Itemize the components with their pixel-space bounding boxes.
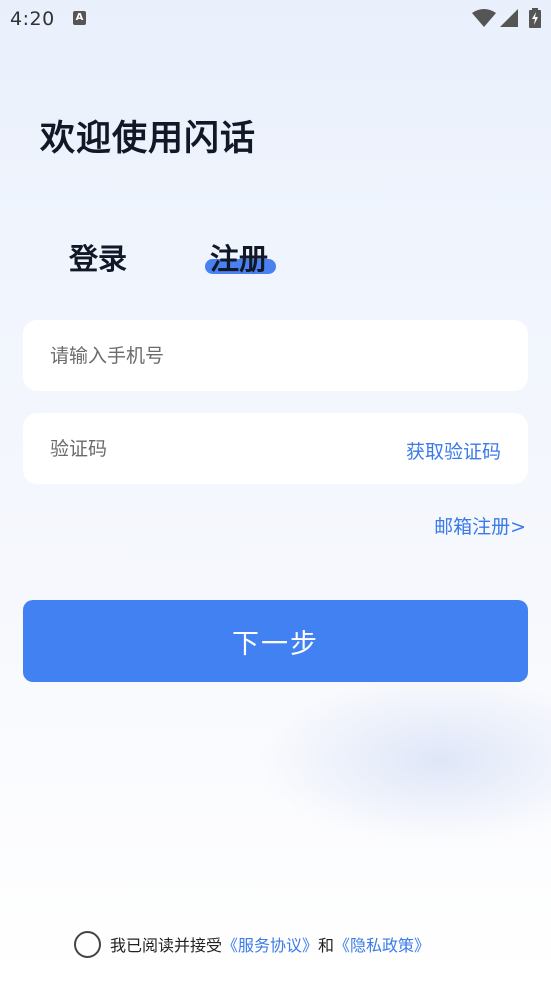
- get-code-button[interactable]: 获取验证码: [406, 437, 501, 464]
- tab-login[interactable]: 登录: [69, 236, 127, 278]
- service-agreement-link[interactable]: 《服务协议》: [222, 932, 318, 956]
- agreement-prefix: 我已阅读并接受: [110, 936, 223, 955]
- tab-register-label: 注册: [210, 242, 269, 276]
- code-field: 获取验证码: [23, 413, 528, 484]
- wifi-icon: [472, 9, 496, 27]
- status-time: 4:20: [10, 8, 55, 30]
- phone-input[interactable]: [50, 320, 390, 391]
- agreement-row: 我已阅读并接受 《服务协议》 和 《隐私政策》: [74, 929, 430, 959]
- tab-login-label: 登录: [69, 242, 128, 276]
- welcome-title: 欢迎使用闪话: [40, 119, 257, 159]
- next-step-button[interactable]: 下一步: [23, 600, 528, 682]
- verification-code-input[interactable]: [50, 413, 390, 484]
- tab-register[interactable]: 注册: [210, 236, 268, 278]
- email-register-link[interactable]: 邮箱注册>: [434, 512, 526, 539]
- status-bar: 4:20 A: [0, 0, 551, 38]
- accessibility-a-icon: A: [73, 11, 86, 25]
- agreement-and: 和: [318, 936, 335, 955]
- battery-charging-icon: [529, 8, 541, 28]
- agree-checkbox[interactable]: [74, 930, 101, 958]
- phone-field: [23, 320, 528, 391]
- signal-icon: [500, 9, 518, 27]
- privacy-policy-link[interactable]: 《隐私政策》: [334, 932, 430, 956]
